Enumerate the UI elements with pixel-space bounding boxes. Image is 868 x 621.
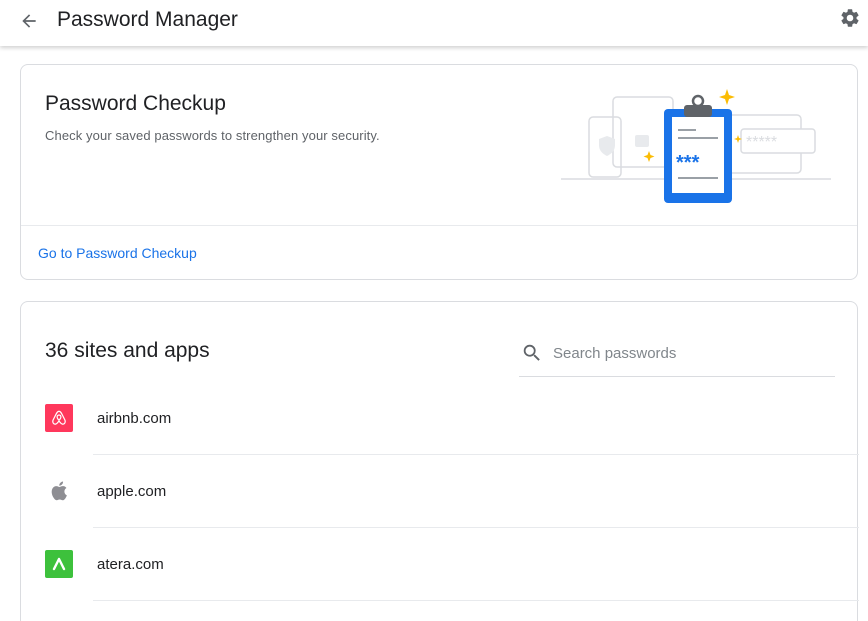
- settings-button[interactable]: [836, 4, 864, 32]
- checkup-title: Password Checkup: [45, 92, 226, 115]
- sites-count-title: 36 sites and apps: [45, 339, 210, 362]
- site-row-airbnb[interactable]: airbnb.com: [21, 382, 859, 455]
- search-passwords-input[interactable]: [553, 342, 823, 364]
- site-name: atera.com: [97, 556, 164, 573]
- row-divider: [93, 600, 859, 601]
- search-icon: [521, 342, 543, 364]
- back-button[interactable]: [14, 6, 44, 36]
- go-to-password-checkup-link[interactable]: Go to Password Checkup: [38, 245, 197, 261]
- atera-icon: [45, 550, 73, 578]
- site-row-apple[interactable]: apple.com: [21, 455, 859, 528]
- app-header: Password Manager: [0, 0, 868, 46]
- divider: [21, 225, 857, 226]
- site-name: apple.com: [97, 483, 167, 500]
- svg-text:*****: *****: [746, 134, 777, 151]
- checkup-illustration: ***** ***: [561, 89, 831, 203]
- search-box[interactable]: [519, 332, 835, 377]
- saved-passwords-card: 36 sites and apps airbnb.com apple.com: [20, 301, 859, 621]
- gear-icon: [841, 9, 859, 27]
- airbnb-icon: [45, 404, 73, 432]
- checkup-description: Check your saved passwords to strengthen…: [45, 128, 380, 143]
- password-checkup-card: Password Checkup Check your saved passwo…: [20, 64, 858, 280]
- apple-icon: [47, 477, 73, 505]
- site-name: airbnb.com: [97, 410, 172, 427]
- page-title: Password Manager: [57, 8, 238, 31]
- illustration-text: ***: [676, 152, 700, 174]
- arrow-back-icon: [22, 14, 36, 28]
- site-row-atera[interactable]: atera.com: [21, 528, 859, 601]
